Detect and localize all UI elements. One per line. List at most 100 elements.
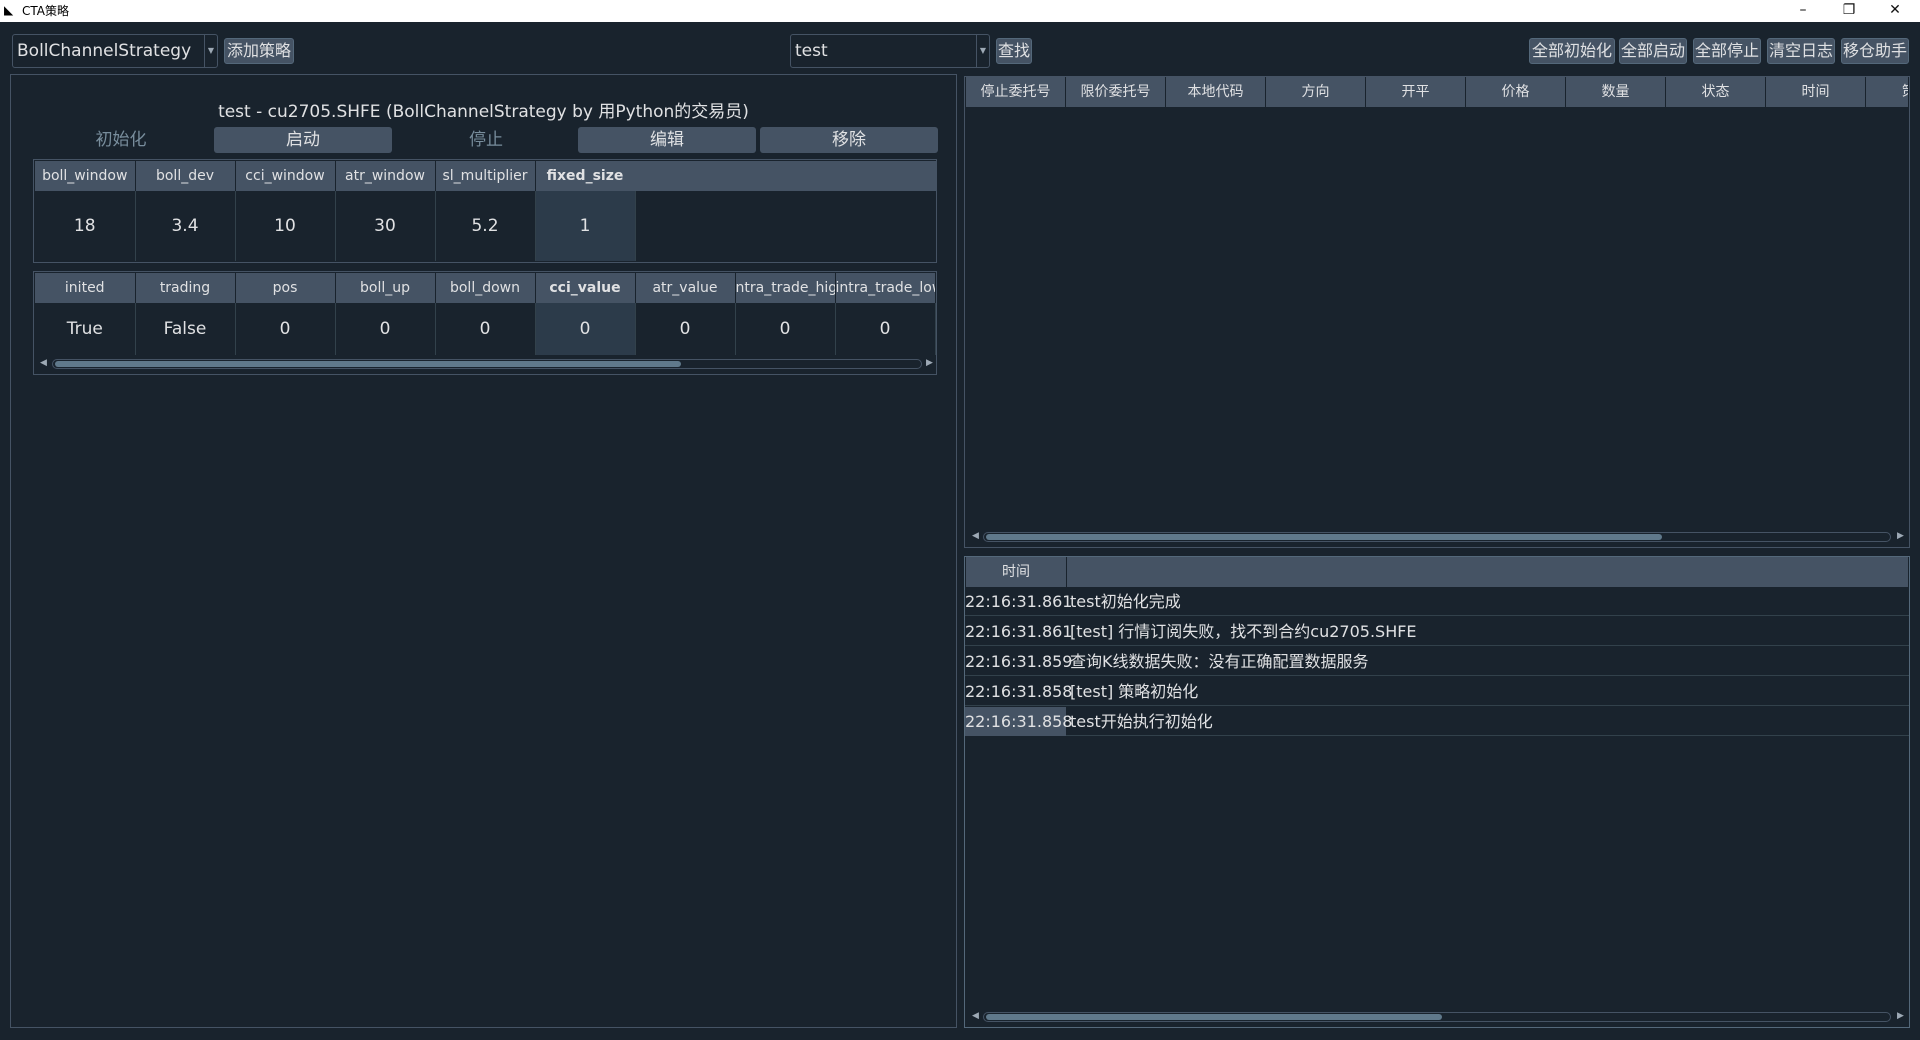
column-header[interactable]: pos <box>235 273 336 303</box>
log-message: test初始化完成 <box>1070 592 1181 611</box>
table-cell[interactable]: 3.4 <box>135 191 236 261</box>
column-header[interactable]: ntra_trade_high <box>735 273 836 303</box>
init-button[interactable]: 初始化 <box>31 127 211 153</box>
column-header[interactable]: 方向 <box>1266 77 1366 107</box>
column-header[interactable]: boll_up <box>335 273 436 303</box>
column-header[interactable]: 限价委托号 <box>1066 77 1166 107</box>
column-header[interactable]: 时间 <box>966 557 1067 587</box>
stop-order-table: 停止委托号 限价委托号 本地代码 方向 开平 价格 数量 状态 时间 策 ◀ ▶ <box>964 76 1910 548</box>
horizontal-scrollbar[interactable] <box>52 359 922 369</box>
log-message: [test] 策略初始化 <box>1070 682 1199 701</box>
table-cell[interactable]: 0 <box>835 303 936 355</box>
scrollbar-handle[interactable] <box>986 534 1662 540</box>
column-header[interactable]: boll_down <box>435 273 536 303</box>
column-header[interactable]: trading <box>135 273 236 303</box>
log-message: test开始执行初始化 <box>1070 712 1213 731</box>
header-filler <box>635 161 936 191</box>
close-button[interactable]: ✕ <box>1872 0 1918 22</box>
horizontal-scrollbar[interactable] <box>983 1012 1891 1022</box>
window-title: CTA策略 <box>22 4 69 18</box>
strategy-manager-panel[interactable]: test - cu2705.SHFE (BollChannelStrategy … <box>10 74 957 1028</box>
edit-button[interactable]: 编辑 <box>578 127 756 153</box>
title-bar: ◣ CTA策略 – ❐ ✕ <box>0 0 1920 22</box>
horizontal-scrollbar[interactable] <box>983 532 1891 542</box>
strategy-class-value: BollChannelStrategy <box>17 41 192 61</box>
column-header[interactable]: atr_window <box>335 161 436 191</box>
scrollbar-handle[interactable] <box>986 1014 1442 1020</box>
log-time: 22:16:31.858 <box>965 707 1072 736</box>
strategy-search-combo[interactable]: test ▼ <box>790 34 990 68</box>
parameters-header-row: boll_window boll_dev cci_window atr_wind… <box>35 161 636 191</box>
column-header[interactable]: 本地代码 <box>1166 77 1266 107</box>
table-row: True False 0 0 0 0 0 0 0 <box>35 303 936 355</box>
stop-button[interactable]: 停止 <box>396 127 576 153</box>
scroll-left-icon[interactable]: ◀ <box>40 358 47 368</box>
column-header[interactable]: 开平 <box>1366 77 1466 107</box>
start-all-button[interactable]: 全部启动 <box>1619 38 1687 64</box>
find-button[interactable]: 查找 <box>996 38 1032 64</box>
column-header[interactable]: 价格 <box>1466 77 1566 107</box>
table-cell[interactable]: 0 <box>535 303 636 355</box>
table-cell[interactable]: True <box>35 303 136 355</box>
scroll-right-icon[interactable]: ▶ <box>1897 1011 1904 1021</box>
scroll-right-icon[interactable]: ▶ <box>1897 531 1904 541</box>
log-row[interactable]: 22:16:31.858 [test] 策略初始化 <box>965 677 1909 706</box>
table-cell[interactable]: 5.2 <box>435 191 536 261</box>
scroll-left-icon[interactable]: ◀ <box>972 1011 979 1021</box>
table-row: 18 3.4 10 30 5.2 1 <box>35 191 636 261</box>
table-cell[interactable]: 0 <box>235 303 336 355</box>
log-row[interactable]: 22:16:31.859 查询K线数据失败：没有正确配置数据服务 <box>965 647 1909 676</box>
stop-all-button[interactable]: 全部停止 <box>1693 38 1761 64</box>
table-cell[interactable]: 0 <box>335 303 436 355</box>
minimize-button[interactable]: – <box>1780 0 1826 22</box>
remove-button[interactable]: 移除 <box>760 127 938 153</box>
chevron-down-icon: ▼ <box>976 35 989 67</box>
strategy-class-combo[interactable]: BollChannelStrategy ▼ <box>12 34 218 68</box>
column-header[interactable]: cci_window <box>235 161 336 191</box>
column-header[interactable]: atr_value <box>635 273 736 303</box>
log-row[interactable]: 22:16:31.858 test开始执行初始化 <box>965 707 1909 736</box>
table-cell[interactable]: 18 <box>35 191 136 261</box>
column-header[interactable]: 数量 <box>1566 77 1666 107</box>
roll-helper-button[interactable]: 移仓助手 <box>1841 38 1909 64</box>
column-header[interactable]: intra_trade_low <box>835 273 936 303</box>
column-header[interactable]: fixed_size <box>535 161 636 191</box>
column-header[interactable]: cci_value <box>535 273 636 303</box>
scroll-right-icon[interactable]: ▶ <box>926 358 933 368</box>
table-cell[interactable]: 0 <box>635 303 736 355</box>
log-time: 22:16:31.861 <box>965 592 1073 611</box>
log-row[interactable]: 22:16:31.861 test初始化完成 <box>965 587 1909 616</box>
parameters-table: boll_window boll_dev cci_window atr_wind… <box>33 159 937 263</box>
column-header[interactable]: 时间 <box>1766 77 1866 107</box>
table-cell[interactable]: False <box>135 303 236 355</box>
log-table: 时间 22:16:31.861 test初始化完成 22:16:31.861 [… <box>964 556 1910 1028</box>
maximize-button[interactable]: ❐ <box>1826 0 1872 22</box>
column-header[interactable]: 状态 <box>1666 77 1766 107</box>
column-header[interactable]: sl_multiplier <box>435 161 536 191</box>
column-header[interactable]: boll_window <box>35 161 136 191</box>
table-cell[interactable]: 0 <box>435 303 536 355</box>
column-header[interactable]: 策 <box>1866 77 1909 107</box>
scroll-left-icon[interactable]: ◀ <box>972 531 979 541</box>
table-cell[interactable]: 30 <box>335 191 436 261</box>
log-message: [test] 行情订阅失败，找不到合约cu2705.SHFE <box>1070 622 1417 641</box>
scrollbar-handle[interactable] <box>55 361 681 367</box>
start-button[interactable]: 启动 <box>214 127 392 153</box>
strategy-title: test - cu2705.SHFE (BollChannelStrategy … <box>218 102 749 122</box>
variables-header-row: inited trading pos boll_up boll_down cci… <box>35 273 936 303</box>
log-time: 22:16:31.859 <box>965 652 1073 671</box>
column-header[interactable]: inited <box>35 273 136 303</box>
clear-log-button[interactable]: 清空日志 <box>1767 38 1835 64</box>
table-cell[interactable]: 1 <box>535 191 636 261</box>
column-header[interactable]: 停止委托号 <box>966 77 1066 107</box>
add-strategy-button[interactable]: 添加策略 <box>224 38 294 64</box>
log-time: 22:16:31.861 <box>965 622 1073 641</box>
table-cell[interactable]: 10 <box>235 191 336 261</box>
log-row[interactable]: 22:16:31.861 [test] 行情订阅失败，找不到合约cu2705.S… <box>965 617 1909 646</box>
column-header-message[interactable] <box>1067 557 1909 587</box>
init-all-button[interactable]: 全部初始化 <box>1529 38 1615 64</box>
app-logo-icon: ◣ <box>4 3 14 17</box>
table-cell[interactable]: 0 <box>735 303 836 355</box>
log-time: 22:16:31.858 <box>965 682 1073 701</box>
column-header[interactable]: boll_dev <box>135 161 236 191</box>
